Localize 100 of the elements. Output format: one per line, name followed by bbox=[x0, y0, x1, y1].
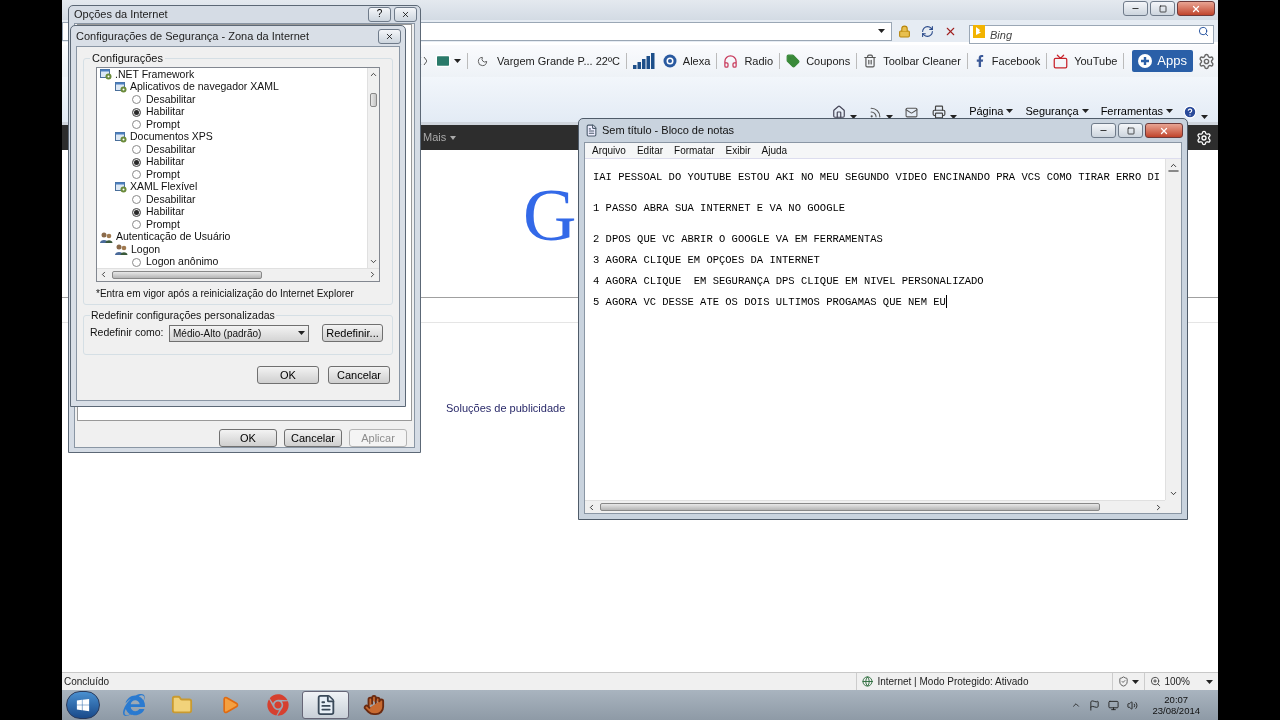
toolbar-item[interactable]: Toolbar Cleaner bbox=[860, 50, 964, 72]
dialog-button[interactable]: Cancelar bbox=[328, 366, 390, 385]
search-icon[interactable] bbox=[1198, 25, 1209, 37]
toolbar-item[interactable]: Facebook bbox=[970, 50, 1044, 72]
radio-button[interactable] bbox=[132, 95, 141, 105]
scroll-left-icon[interactable] bbox=[99, 270, 108, 279]
feed-icon[interactable] bbox=[869, 106, 883, 119]
window-gear-icon bbox=[115, 81, 127, 93]
volume-icon[interactable] bbox=[1127, 699, 1139, 711]
maximize-button[interactable] bbox=[1150, 1, 1175, 16]
toolbar-item[interactable]: Coupons bbox=[783, 50, 854, 72]
clock[interactable]: 20:07 23/08/2014 bbox=[1152, 694, 1200, 716]
setting-category: Autenticação de Usuário bbox=[116, 230, 231, 245]
taskbar-button[interactable] bbox=[302, 691, 349, 719]
start-button[interactable] bbox=[66, 691, 100, 719]
radio-button[interactable] bbox=[132, 157, 141, 167]
scroll-right-icon[interactable] bbox=[1154, 502, 1163, 512]
menu-item[interactable]: Editar bbox=[631, 143, 669, 158]
status-text: Concluído bbox=[63, 675, 111, 689]
text-line: 4 AGORA CLIQUE EM SEGURANÇA DPS CLIQUE EM NIVEL PERSONALIZADO bbox=[593, 274, 984, 288]
group-label: Redefinir configurações personalizadas bbox=[90, 307, 276, 323]
refresh-icon[interactable] bbox=[921, 24, 934, 38]
radio-button[interactable] bbox=[132, 145, 141, 155]
toolbar-item[interactable]: Alexa bbox=[629, 50, 714, 72]
horizontal-scrollbar[interactable] bbox=[97, 267, 379, 281]
dialog-button[interactable]: OK bbox=[257, 366, 319, 385]
vertical-scrollbar[interactable] bbox=[367, 67, 379, 268]
minimize-button[interactable] bbox=[1091, 123, 1116, 138]
text-line: 1 PASSO ABRA SUA INTERNET E VA NO GOOGLE bbox=[593, 201, 846, 215]
menu-item[interactable]: Arquivo bbox=[587, 143, 631, 158]
scroll-down-icon[interactable] bbox=[1169, 489, 1178, 498]
reset-button[interactable]: Redefinir... bbox=[322, 324, 383, 343]
plus-circle-icon bbox=[1138, 54, 1153, 68]
command-menu[interactable]: Página bbox=[969, 102, 1014, 119]
toolbar-item[interactable]: Radio bbox=[720, 50, 777, 72]
settings-list[interactable] bbox=[96, 66, 380, 282]
radio-button[interactable] bbox=[132, 107, 141, 117]
menu-item[interactable]: Exibir bbox=[720, 143, 756, 158]
window-gear-icon bbox=[115, 181, 127, 193]
dialog-button[interactable]: Cancelar bbox=[284, 428, 342, 447]
print-icon[interactable] bbox=[932, 105, 947, 119]
option-label: Logon anônimo bbox=[146, 255, 219, 268]
close-button[interactable] bbox=[378, 28, 401, 44]
minimize-button[interactable] bbox=[1123, 1, 1148, 16]
scrollbar-thumb[interactable] bbox=[600, 503, 1100, 511]
radio-button[interactable] bbox=[132, 195, 141, 205]
level-dropdown[interactable]: Médio-Alto (padrão) bbox=[169, 324, 309, 342]
caret-icon bbox=[1006, 108, 1014, 113]
menu-item[interactable]: Formatar bbox=[669, 143, 720, 158]
radio-button[interactable] bbox=[132, 170, 141, 180]
chrome-icon bbox=[266, 694, 289, 716]
scroll-right-icon[interactable] bbox=[368, 270, 377, 279]
group-label: Configurações bbox=[91, 51, 164, 66]
radio-button[interactable] bbox=[132, 257, 141, 267]
text-line: 3 AGORA CLIQUE EM OPÇOES DA INTERNET bbox=[593, 253, 820, 267]
apps-button[interactable]: Apps bbox=[1132, 50, 1193, 72]
scrollbar-thumb[interactable] bbox=[370, 92, 377, 107]
help-icon[interactable] bbox=[1183, 105, 1197, 119]
vertical-scrollbar[interactable] bbox=[1165, 159, 1181, 500]
home-icon[interactable] bbox=[832, 105, 847, 119]
globe-icon bbox=[862, 676, 874, 687]
command-menu[interactable]: Ferramentas bbox=[1100, 102, 1173, 119]
close-icon bbox=[1191, 3, 1201, 14]
maximize-button[interactable] bbox=[1118, 123, 1143, 138]
protected-mode-icon[interactable] bbox=[1118, 676, 1130, 687]
radio-button[interactable] bbox=[132, 207, 141, 217]
close-button[interactable] bbox=[1177, 1, 1215, 16]
more-menu[interactable]: Mais bbox=[423, 129, 457, 146]
lock-icon[interactable] bbox=[898, 24, 911, 38]
dialog-button[interactable]: OK bbox=[219, 428, 277, 447]
search-field[interactable]: Bing bbox=[969, 25, 1214, 44]
radio-button[interactable] bbox=[132, 220, 141, 230]
scrollbar-thumb[interactable] bbox=[1168, 170, 1179, 172]
window-title: Sem título - Bloco de notas bbox=[602, 123, 736, 139]
text-line: 2 DPOS QUE VC ABRIR O GOOGLE VA EM FERRAMENTAS bbox=[593, 232, 883, 246]
text-cursor bbox=[945, 295, 947, 308]
maximize-icon bbox=[1158, 4, 1167, 13]
scrollbar-thumb[interactable] bbox=[112, 270, 262, 279]
bing-logo-icon bbox=[973, 24, 985, 38]
network-icon[interactable] bbox=[1108, 699, 1120, 711]
scroll-up-icon[interactable] bbox=[1169, 161, 1178, 170]
horizontal-scrollbar[interactable] bbox=[585, 500, 1165, 513]
advertising-link[interactable]: Soluções de publicidade bbox=[446, 402, 566, 414]
toolbar-item[interactable]: Vargem Grande P... 22ºC bbox=[474, 50, 623, 72]
caret-icon bbox=[454, 59, 461, 63]
internet-explorer-icon bbox=[122, 694, 145, 716]
read-mail-icon[interactable] bbox=[905, 106, 919, 119]
scroll-left-icon[interactable] bbox=[587, 502, 596, 512]
close-button[interactable] bbox=[1145, 123, 1183, 138]
flag-icon[interactable] bbox=[1089, 699, 1101, 711]
show-hidden-icons-icon[interactable] bbox=[1071, 700, 1082, 710]
window-gear-icon bbox=[115, 131, 127, 143]
radio-button[interactable] bbox=[132, 120, 141, 130]
menu-item[interactable]: Ajuda bbox=[756, 143, 793, 158]
moon-icon bbox=[477, 55, 488, 67]
command-menu[interactable]: Segurança bbox=[1025, 102, 1089, 119]
text-line: IAI PESSOAL DO YOUTUBE ESTOU AKI NO MEU SEGUNDO VIDEO ENCINANDO PRA VCS COMO TIRAR ERRO DI bbox=[593, 170, 1161, 184]
close-button[interactable] bbox=[394, 6, 417, 22]
help-button[interactable]: ? bbox=[368, 6, 391, 22]
toolbar-item[interactable]: YouTube bbox=[1050, 50, 1121, 72]
